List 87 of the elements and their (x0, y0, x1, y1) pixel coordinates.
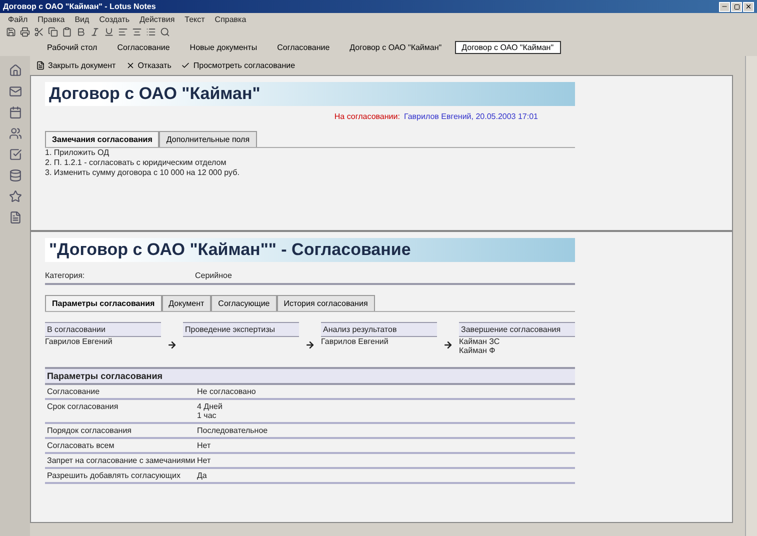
param-label: Запрет на согласование с замечаниями (47, 456, 196, 465)
bookmark-tab[interactable]: Согласование (270, 41, 337, 54)
star-icon[interactable] (8, 190, 22, 203)
comment-line: 3. Изменить сумму договора с 10 000 на 12 000 руб. (45, 168, 240, 178)
param-value: Да (197, 471, 208, 480)
menu-item[interactable]: Файл (8, 14, 28, 24)
tab[interactable]: Замечания согласования (45, 131, 160, 147)
home-icon[interactable] (8, 64, 22, 77)
tab[interactable]: Согласующие (211, 295, 277, 311)
underline-icon[interactable] (104, 27, 114, 37)
tab[interactable]: История согласования (276, 295, 375, 311)
stage-heading: В согласовании (45, 323, 161, 337)
field-label: Категория: (45, 271, 86, 280)
document-icon[interactable] (8, 211, 22, 224)
bookmark-tab[interactable]: Договор с ОАО "Кайман" (454, 41, 561, 54)
menu-item[interactable]: Действия (140, 14, 175, 24)
status-value: Гаврилов Евгений, 20.05.2003 17:01 (404, 112, 538, 121)
action-button[interactable]: Просмотреть согласование (181, 61, 296, 70)
tab[interactable]: Параметры согласования (45, 295, 162, 311)
param-label: Срок согласования (47, 402, 120, 413)
todo-icon[interactable] (8, 148, 22, 161)
bookmark-tab[interactable]: Согласование (110, 41, 177, 54)
scroll-bar[interactable] (745, 56, 757, 536)
document-title: "Договор с ОАО "Кайман"" - Согласование (45, 238, 575, 262)
stage-name: Гаврилов Евгений (321, 337, 390, 346)
param-label: Согласовать всем (47, 441, 116, 450)
stage-name: Кайман Ф (459, 346, 496, 355)
close-button[interactable] (743, 2, 754, 12)
param-value: Последовательное (197, 426, 269, 435)
section-heading: Параметры согласования (45, 367, 575, 385)
field-value: Серийное (195, 271, 233, 280)
param-value: 1 час (197, 411, 218, 420)
check-icon (181, 61, 190, 70)
param-value: Нет (197, 456, 212, 465)
maximize-icon (734, 4, 740, 10)
status-label: На согласовании: (334, 112, 400, 121)
param-label: Разрешить добавлять согласующих (47, 471, 182, 480)
param-label: Согласование (47, 387, 101, 396)
database-icon[interactable] (8, 169, 22, 182)
cut-icon[interactable] (34, 27, 44, 37)
stage-name: Кайман ЗС (459, 337, 501, 346)
action-button[interactable]: Закрыть документ (36, 61, 116, 70)
menu-item[interactable]: Создать (99, 14, 130, 24)
list-icon[interactable] (146, 27, 156, 37)
bookmark-tab[interactable]: Договор с ОАО "Кайман" (342, 41, 449, 54)
bookmark-tab[interactable]: Новые документы (182, 41, 264, 54)
document-icon (36, 61, 45, 70)
align-center-icon[interactable] (132, 27, 142, 37)
param-label: Порядок согласования (47, 426, 132, 435)
calendar-icon[interactable] (8, 106, 22, 119)
arrow-icon (305, 340, 315, 350)
arrow-icon (167, 340, 177, 350)
bold-icon[interactable] (76, 27, 86, 37)
stage-heading: Проведение экспертизы (183, 323, 299, 337)
arrow-icon (443, 340, 453, 350)
save-icon[interactable] (6, 27, 16, 37)
print-icon[interactable] (20, 27, 30, 37)
stage-heading: Анализ результатов (321, 323, 437, 337)
mail-icon[interactable] (8, 85, 22, 98)
menu-item[interactable]: Справка (214, 14, 246, 24)
close-icon (745, 3, 752, 10)
search-icon[interactable] (160, 27, 170, 37)
menu-item[interactable]: Вид (74, 14, 90, 24)
param-value: 4 Дней (197, 402, 224, 411)
tab[interactable]: Документ (162, 295, 212, 311)
comment-line: 2. П. 1.2.1 - согласовать с юридическим отделом (45, 158, 228, 168)
contacts-icon[interactable] (8, 127, 22, 140)
minimize-button[interactable] (719, 2, 730, 12)
action-button[interactable]: Отказать (126, 61, 172, 70)
menu-item[interactable]: Правка (38, 14, 65, 24)
comment-line: 1. Приложить ОД (45, 148, 110, 158)
bookmark-tab[interactable]: Рабочий стол (40, 41, 104, 54)
param-value: Не согласовано (197, 387, 257, 396)
align-left-icon[interactable] (118, 27, 128, 37)
stage-heading: Завершение согласования (459, 323, 575, 337)
stage-name: Гаврилов Евгений (45, 337, 114, 346)
window-title: Договор с ОАО "Кайман" - Lotus Notes (3, 2, 156, 11)
copy-icon[interactable] (48, 27, 58, 37)
param-value: Нет (197, 441, 212, 450)
minimize-icon (721, 3, 728, 10)
document-title: Договор с ОАО "Кайман" (45, 82, 575, 106)
menu-item[interactable]: Текст (184, 14, 205, 24)
paste-icon[interactable] (62, 27, 72, 37)
maximize-button[interactable] (731, 2, 742, 12)
close-icon (126, 61, 135, 70)
italic-icon[interactable] (90, 27, 100, 37)
tab[interactable]: Дополнительные поля (159, 131, 257, 147)
